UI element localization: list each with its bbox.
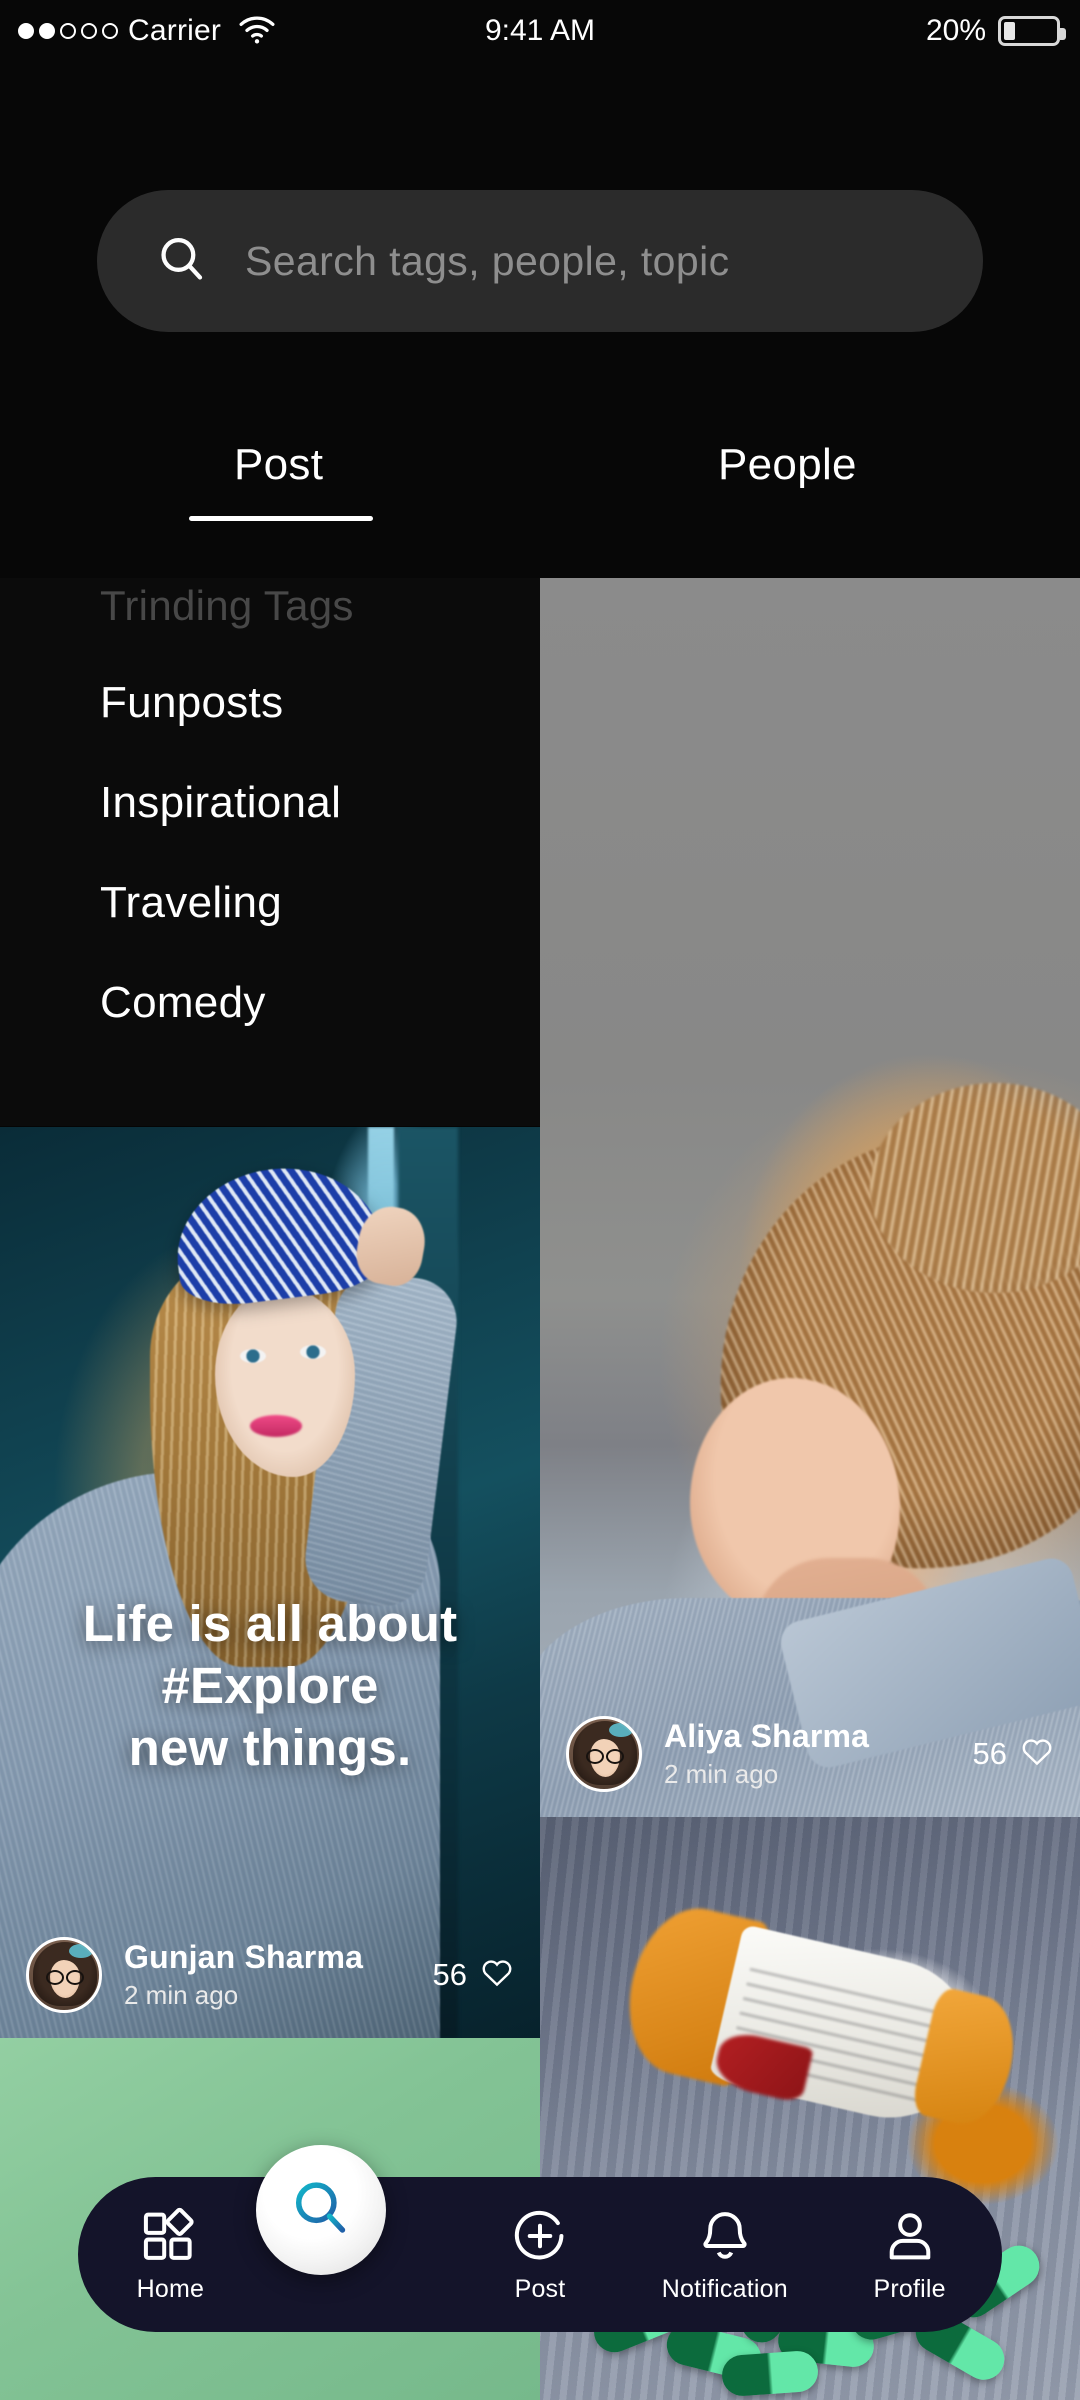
post-time: 2 min ago — [664, 1759, 779, 1789]
heart-icon[interactable] — [480, 1956, 514, 1995]
tag-item-inspirational[interactable]: Inspirational — [100, 778, 540, 828]
feed-tabs: Post People — [0, 440, 1080, 550]
search-icon — [288, 2175, 354, 2246]
post-author: Aliya Sharma — [664, 1718, 870, 1754]
nav-item-post[interactable]: Post — [448, 2177, 633, 2332]
trending-tags-title: Trinding Tags — [100, 582, 354, 629]
plus-circle-icon — [511, 2206, 569, 2266]
tab-active-indicator — [189, 516, 373, 521]
battery-percent: 20% — [925, 14, 986, 47]
post-image-aliya — [540, 578, 1080, 1817]
grid-icon — [141, 2206, 199, 2266]
caption-line-1: Life is all about — [82, 1595, 458, 1652]
post-author: Gunjan Sharma — [124, 1939, 364, 1975]
nav-item-profile[interactable]: Profile — [817, 2177, 1002, 2332]
avatar[interactable] — [566, 1716, 642, 1792]
nav-label-home: Home — [136, 2274, 205, 2303]
tag-item-funposts[interactable]: Funposts — [100, 678, 540, 728]
search-fab-button[interactable] — [256, 2145, 386, 2275]
like-control[interactable]: 56 — [973, 1735, 1054, 1774]
status-time: 9:41 AM — [484, 14, 596, 47]
post-caption-gunjan: Life is all about #Explore new things. — [0, 1593, 540, 1780]
nav-label-post: Post — [514, 2274, 566, 2303]
status-bar: Carrier 9:41 AM 20% — [0, 0, 1080, 62]
tag-item-traveling[interactable]: Traveling — [100, 878, 540, 928]
search-icon — [155, 232, 209, 291]
tag-item-comedy[interactable]: Comedy — [100, 978, 540, 1028]
tab-people[interactable]: People — [718, 440, 857, 490]
like-count: 56 — [972, 1736, 1007, 1771]
nav-label-profile: Profile — [873, 2274, 946, 2303]
post-footer-aliya: Aliya Sharma 2 min ago 56 — [540, 1691, 1080, 1817]
search-input[interactable]: Search tags, people, topic — [245, 238, 729, 285]
trending-tags-panel: Trinding Tags Funposts Inspirational Tra… — [0, 560, 540, 1126]
like-control[interactable]: 56 — [433, 1956, 514, 1995]
bell-icon — [696, 2206, 754, 2266]
caption-line-2: #Explore — [161, 1657, 379, 1715]
nav-item-home[interactable]: Home — [78, 2177, 263, 2332]
avatar[interactable] — [26, 1937, 102, 2013]
heart-icon[interactable] — [1020, 1735, 1054, 1774]
bottom-navigation: Home Post Notification Profile — [78, 2177, 1002, 2332]
like-count: 56 — [432, 1957, 467, 1992]
caption-line-3: new things. — [128, 1719, 412, 1777]
nav-item-notification[interactable]: Notification — [632, 2177, 817, 2332]
post-footer-gunjan: Gunjan Sharma 2 min ago 56 — [0, 1912, 540, 2038]
person-icon — [881, 2206, 939, 2266]
tab-post[interactable]: Post — [234, 440, 323, 490]
post-card-aliya[interactable]: Aliya Sharma 2 min ago 56 — [540, 578, 1080, 1817]
battery-icon — [998, 16, 1066, 46]
post-time: 2 min ago — [124, 1980, 239, 2010]
nav-label-notification: Notification — [661, 2274, 788, 2303]
post-card-gunjan[interactable]: Life is all about #Explore new things. G… — [0, 1127, 540, 2038]
post-image-gunjan — [0, 1127, 540, 2038]
search-bar[interactable]: Search tags, people, topic — [97, 190, 983, 332]
